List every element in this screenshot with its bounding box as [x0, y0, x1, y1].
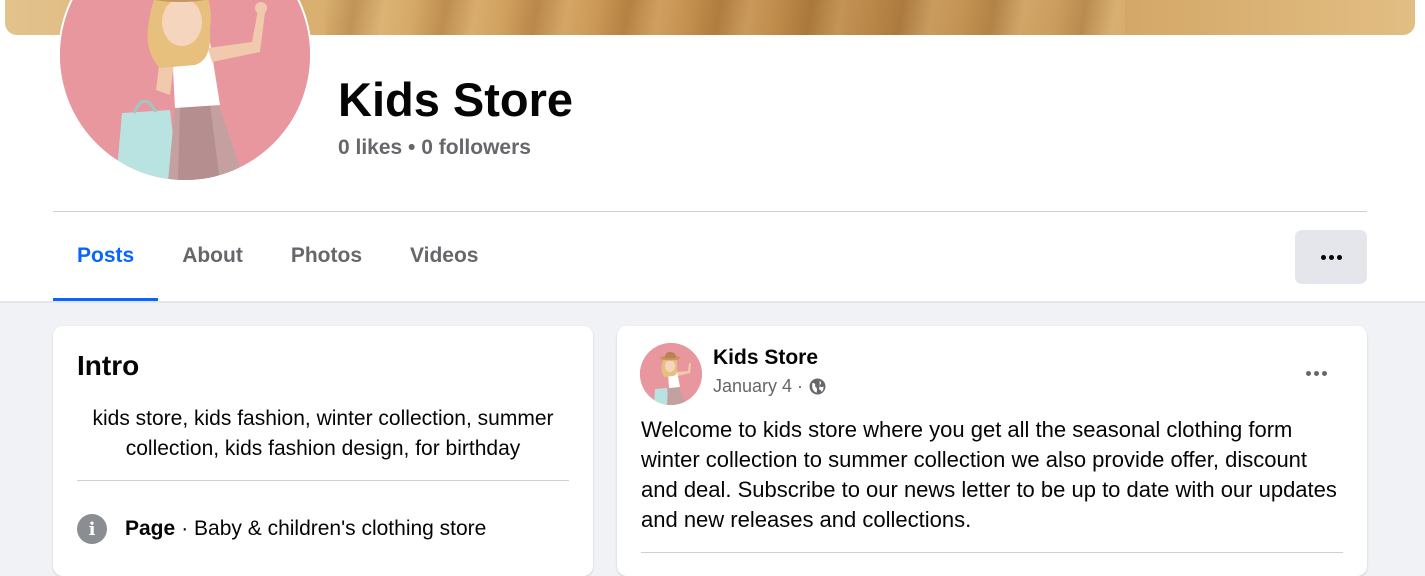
post-author-avatar[interactable] [640, 343, 702, 405]
page-title: Kids Store [338, 73, 574, 126]
kid-avatar-icon [640, 343, 702, 405]
tab-posts[interactable]: Posts [53, 230, 159, 302]
post-text: Welcome to kids store where you get all … [641, 417, 1337, 532]
profile-picture-image [60, 0, 310, 180]
intro-category-value[interactable]: · Baby & children's clothing store [181, 517, 486, 541]
page-tabs: Posts About Photos Videos [53, 230, 503, 302]
tab-photos[interactable]: Photos [267, 230, 386, 302]
header-shadow [0, 301, 1425, 303]
info-icon: i [77, 514, 107, 544]
kid-with-shopping-bag-illustration [60, 0, 310, 180]
intro-category-row: i Page · Baby & children's clothing stor… [77, 514, 486, 544]
intro-divider [77, 480, 569, 481]
post-card: Kids Store January 4 · Welcome to kids s… [617, 326, 1367, 576]
post-options-button[interactable] [1301, 363, 1331, 383]
post-meta: January 4 · [713, 376, 826, 397]
more-horizontal-icon [1320, 254, 1342, 260]
profile-picture[interactable] [58, 0, 312, 182]
intro-card: Intro kids store, kids fashion, winter c… [53, 326, 593, 576]
intro-title: Intro [77, 350, 140, 381]
header-divider [53, 211, 1367, 212]
post-author-name[interactable]: Kids Store [713, 346, 818, 370]
more-options-button[interactable] [1295, 230, 1367, 284]
post-date[interactable]: January 4 · [713, 376, 803, 397]
tab-videos[interactable]: Videos [386, 230, 502, 302]
post-divider [641, 552, 1343, 553]
globe-icon [809, 378, 826, 395]
page-stats[interactable]: 0 likes • 0 followers [338, 136, 531, 160]
intro-bio: kids store, kids fashion, winter collect… [92, 407, 554, 460]
more-horizontal-icon [1305, 370, 1327, 376]
page-header: Kids Store 0 likes • 0 followers Posts A… [0, 0, 1425, 302]
intro-category-label: Page [125, 517, 176, 540]
tab-about[interactable]: About [158, 230, 267, 302]
cover-photo-texture [325, 0, 1125, 35]
